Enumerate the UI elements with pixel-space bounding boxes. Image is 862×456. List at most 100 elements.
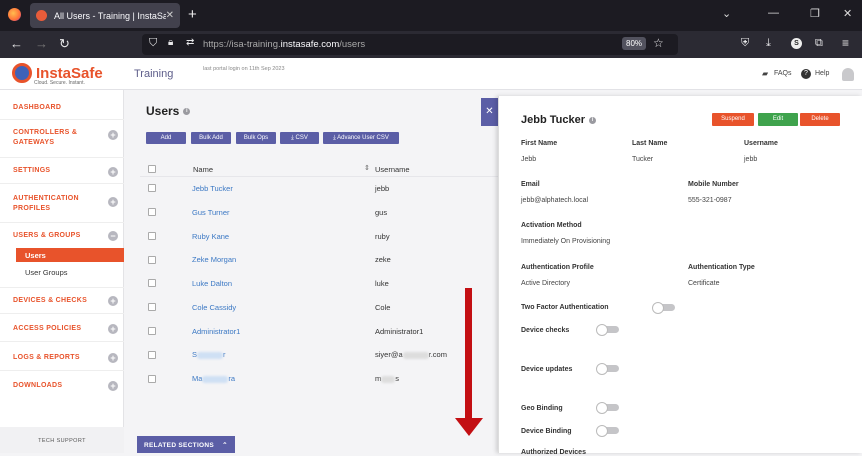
add-button[interactable]: Add [146,132,186,144]
sidebar-item-users[interactable]: Users [16,248,124,262]
reload-icon[interactable]: ↻ [59,36,70,52]
column-header-username[interactable]: Username [375,165,410,174]
user-name-link[interactable]: Sr [192,350,226,359]
expand-icon[interactable]: + [108,353,118,363]
info-icon[interactable]: i [183,108,191,116]
expand-icon[interactable]: + [108,167,118,177]
expand-icon[interactable]: + [108,130,118,140]
bulk-ops-button[interactable]: Bulk Ops [236,132,276,144]
list-tabs-icon[interactable]: ⌄ [722,7,731,20]
row-checkbox[interactable] [148,208,156,216]
device-checks-toggle[interactable] [596,324,619,336]
user-name-link[interactable]: Gus Turner [192,208,230,217]
instasafe-favicon-icon [36,10,47,21]
geo-binding-toggle[interactable] [596,402,619,414]
delete-button[interactable]: Delete [800,113,840,126]
csv-button[interactable]: ⤓ CSV [280,132,319,144]
sidebar-item-dashboard[interactable]: DASHBOARD [13,103,61,113]
user-name-link[interactable]: Zeke Morgan [192,255,236,264]
extensions-icon[interactable]: ⧉ [815,37,823,50]
bulk-add-button[interactable]: Bulk Add [191,132,231,144]
row-checkbox[interactable] [148,327,156,335]
row-checkbox[interactable] [148,351,156,359]
suspend-button[interactable]: Suspend [712,113,754,126]
firefox-icon[interactable] [8,8,21,21]
device-binding-toggle[interactable] [596,425,619,437]
zoom-level[interactable]: 80% [622,37,647,50]
device-updates-toggle[interactable] [596,363,619,375]
edit-button[interactable]: Edit [758,113,798,126]
expand-icon[interactable]: + [108,197,118,207]
new-tab-icon[interactable]: + [188,6,197,23]
shield-icon[interactable]: ⛉ [149,37,157,50]
help-link[interactable]: Help [815,70,829,77]
tech-support-link[interactable]: TECH SUPPORT [0,427,124,453]
user-name-link[interactable]: Luke Dalton [192,279,232,288]
auth-type-value: Certificate [688,280,720,287]
close-tab-icon[interactable]: ✕ [166,10,174,21]
select-all-checkbox[interactable] [148,165,156,173]
minimize-icon[interactable]: — [768,7,779,19]
expand-icon[interactable]: + [108,296,118,306]
sidebar-item-downloads[interactable]: DOWNLOADS [13,381,62,391]
sidebar-item-access-policies[interactable]: ACCESS POLICIES [13,324,81,334]
section-title: Training [134,68,174,80]
sidebar-item-settings[interactable]: SETTINGS [13,166,50,176]
first-name-value: Jebb [521,156,537,163]
sidebar-item-devices-checks[interactable]: DEVICES & CHECKS [13,296,87,306]
close-panel-button[interactable]: ✕ [481,98,498,126]
url-prefix: https://isa-training. [203,39,281,50]
sidebar-item-users-groups[interactable]: USERS & GROUPS [13,231,81,241]
url-text[interactable]: https://isa-training.instasafe.com/users [203,39,365,50]
lock-icon[interactable]: 🔒︎ [168,37,173,48]
user-name-link[interactable]: Ruby Kane [192,232,229,241]
info-icon[interactable]: i [589,116,596,124]
sidebar-item-authentication-profiles[interactable]: AUTHENTICATION PROFILES [13,194,93,214]
menu-icon[interactable]: ≡ [842,36,849,50]
sidebar-item-user-groups[interactable]: User Groups [25,268,68,277]
pocket-icon[interactable]: ⛨ [741,37,749,50]
column-header-name[interactable]: Name [193,165,213,174]
restore-icon[interactable]: ❐ [810,7,820,20]
collapse-icon[interactable]: − [108,231,118,241]
permissions-icon[interactable]: ⇄ [186,37,194,48]
url-domain: instasafe.com [280,39,340,50]
close-window-icon[interactable]: ✕ [843,7,852,20]
row-checkbox[interactable] [148,279,156,287]
back-icon[interactable]: ← [10,36,23,51]
bookmark-star-icon[interactable]: ☆ [653,36,664,50]
divider [0,341,124,342]
expand-icon[interactable]: + [108,324,118,334]
user-username: jebb [375,184,390,193]
row-checkbox[interactable] [148,375,156,383]
divider [0,370,124,371]
chat-icon[interactable]: ▰ [762,69,768,78]
user-avatar-icon[interactable] [842,68,854,81]
csv-label: CSV [295,135,308,141]
downloads-icon[interactable]: ⤓ [766,37,771,50]
help-icon[interactable]: ? [801,69,811,79]
row-checkbox[interactable] [148,303,156,311]
user-name-link[interactable]: Administrator1 [192,327,240,336]
auth-profile-label: Authentication Profile [521,264,594,271]
sidebar-item-logs-reports[interactable]: LOGS & REPORTS [13,353,80,363]
two-factor-toggle[interactable] [652,302,675,314]
user-name-link[interactable]: Cole Cassidy [192,303,236,312]
sidebar-item-controllers[interactable]: CONTROLLERS & GATEWAYS [13,128,93,148]
row-checkbox[interactable] [148,184,156,192]
redacted-blur [197,351,224,359]
forward-icon[interactable]: → [35,36,48,51]
row-checkbox[interactable] [148,232,156,240]
sort-icon[interactable]: ⇕ [364,164,370,172]
faqs-link[interactable]: FAQs [774,70,792,77]
redacted-blur [381,375,396,383]
browser-tab[interactable]: All Users - Training | InstaSafe ✕ [30,3,180,28]
advance-user-csv-button[interactable]: ⤓ Advance User CSV [323,132,399,144]
user-name-link[interactable]: Ma ra [192,374,235,383]
related-sections-toggle[interactable]: RELATED SECTIONS ⌃ [137,436,235,453]
row-checkbox[interactable] [148,256,156,264]
user-name-link[interactable]: Jebb Tucker [192,184,233,193]
expand-icon[interactable]: + [108,381,118,391]
user-username: Cole [375,303,391,312]
account-icon[interactable]: S [791,38,802,49]
